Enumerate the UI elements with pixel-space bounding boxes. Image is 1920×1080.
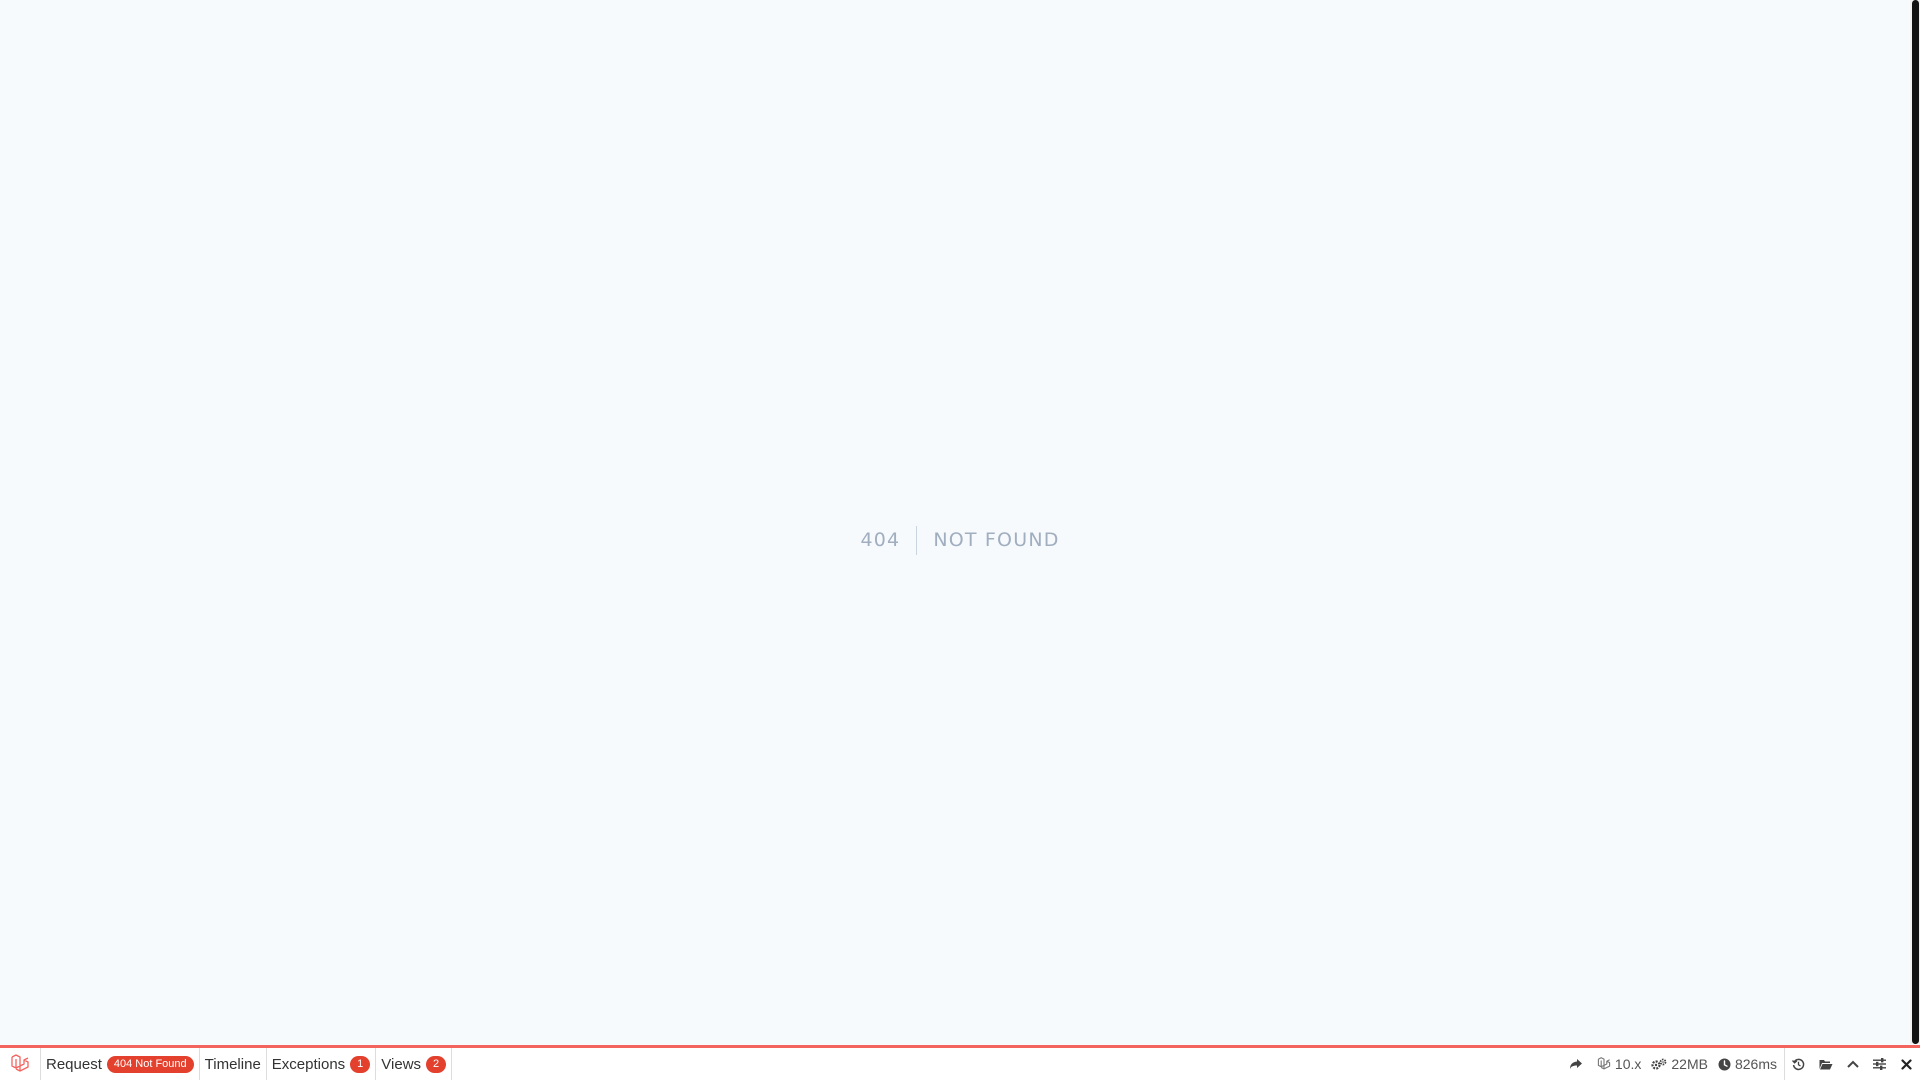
memory-label: 22MB: [1671, 1056, 1708, 1072]
debugbar: Request 404 Not Found Timeline Exception…: [0, 1045, 1920, 1080]
settings-button[interactable]: [1866, 1048, 1893, 1080]
sliders-icon: [1873, 1058, 1886, 1070]
memory-indicator[interactable]: 22MB: [1646, 1056, 1713, 1072]
scrollbar-track[interactable]: [1910, 0, 1920, 1044]
time-label: 826ms: [1734, 1056, 1777, 1072]
version-indicator[interactable]: 10.x: [1592, 1056, 1646, 1072]
scrollbar-thumb[interactable]: [1912, 0, 1919, 1044]
views-count-badge: 2: [426, 1055, 447, 1073]
exceptions-count-badge: 1: [350, 1055, 371, 1073]
share-arrow-icon: [1569, 1059, 1582, 1069]
version-label: 10.x: [1614, 1056, 1642, 1072]
laravel-logo-icon[interactable]: [0, 1048, 41, 1080]
tab-timeline-label: Timeline: [204, 1055, 261, 1073]
error-text: Not Found: [933, 529, 1060, 551]
clock-icon: [1718, 1058, 1731, 1070]
laravel-icon: [1597, 1057, 1611, 1070]
open-button[interactable]: [1812, 1048, 1839, 1080]
tab-request-label: Request: [46, 1055, 102, 1073]
history-button[interactable]: [1785, 1048, 1812, 1080]
request-status-badge: 404 Not Found: [106, 1055, 194, 1073]
debugbar-right: 10.x 22MB 826ms: [1564, 1048, 1920, 1080]
chevron-up-icon: [1846, 1060, 1859, 1068]
tab-exceptions-label: Exceptions: [271, 1055, 346, 1073]
redirect-indicator[interactable]: [1564, 1058, 1592, 1070]
tab-timeline[interactable]: Timeline: [200, 1048, 267, 1080]
error-message: 404 Not Found: [0, 526, 1920, 555]
tab-views[interactable]: Views 2: [376, 1048, 453, 1080]
folder-open-icon: [1819, 1059, 1832, 1069]
tab-exceptions[interactable]: Exceptions 1: [267, 1048, 377, 1080]
close-button[interactable]: [1893, 1048, 1920, 1080]
tab-views-label: Views: [381, 1055, 422, 1073]
tab-request[interactable]: Request 404 Not Found: [41, 1048, 200, 1080]
cogs-icon: [1651, 1058, 1667, 1070]
history-icon: [1792, 1058, 1805, 1070]
close-icon: [1901, 1058, 1912, 1070]
page: 404 Not Found Request 404 Not Found Time…: [0, 0, 1920, 1080]
minimize-button[interactable]: [1839, 1048, 1866, 1080]
time-indicator[interactable]: 826ms: [1713, 1056, 1782, 1072]
error-code: 404: [860, 526, 918, 555]
